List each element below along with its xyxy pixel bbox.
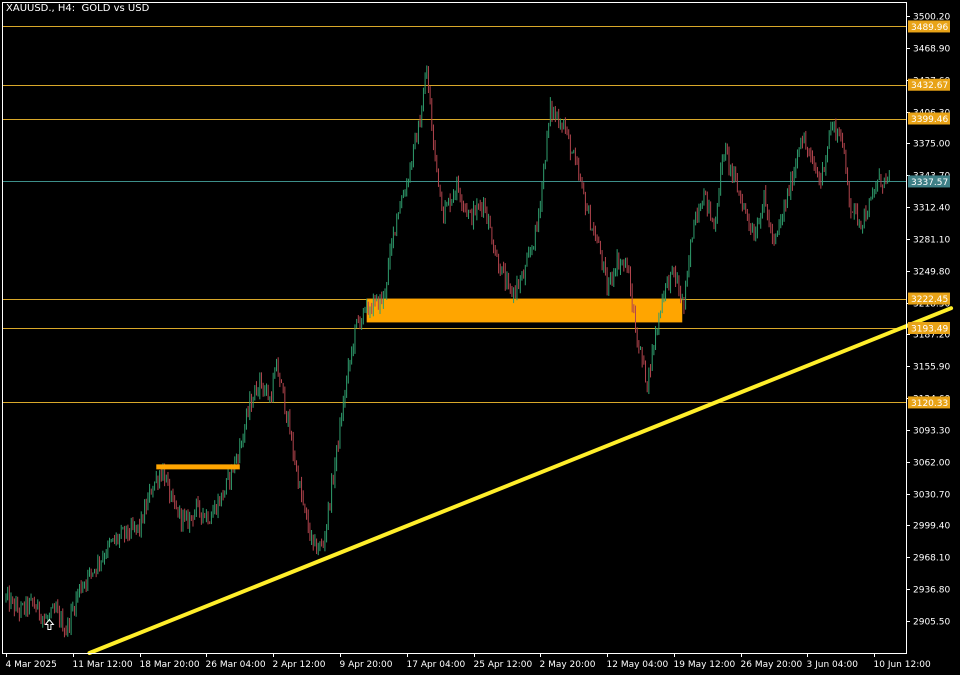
x-tick-label: 26 May 20:00 xyxy=(741,660,803,670)
y-tick-label: 3030.70 xyxy=(913,491,950,501)
y-tick-label: 3468.90 xyxy=(913,45,950,55)
price-level-label: 3432.67 xyxy=(911,81,948,91)
chart-title: XAUUSD., H4: GOLD vs USD xyxy=(6,3,150,14)
y-tick-label: 3249.80 xyxy=(913,268,950,278)
price-level-label: 3399.46 xyxy=(911,115,948,125)
x-tick-label: 26 Mar 04:00 xyxy=(206,660,266,670)
x-tick-label: 18 Mar 20:00 xyxy=(140,660,200,670)
x-tick-label: 12 May 04:00 xyxy=(607,660,669,670)
x-tick-label: 3 Jun 04:00 xyxy=(807,660,859,670)
x-tick-label: 11 Mar 12:00 xyxy=(73,660,133,670)
x-tick-label: 17 Apr 04:00 xyxy=(407,660,466,670)
y-tick-label: 2999.40 xyxy=(913,522,950,532)
y-tick-label: 3155.90 xyxy=(913,363,950,373)
current-price-label: 3337.57 xyxy=(911,178,948,188)
y-tick-label: 3281.10 xyxy=(913,236,950,246)
x-tick-label: 10 Jun 12:00 xyxy=(874,660,931,670)
x-tick-label: 2 May 20:00 xyxy=(540,660,596,670)
y-tick-label: 3093.30 xyxy=(913,427,950,437)
trendline xyxy=(87,306,954,655)
x-tick-label: 19 May 12:00 xyxy=(674,660,736,670)
supply-demand-zone xyxy=(366,298,683,323)
price-level-label: 3222.45 xyxy=(911,295,948,305)
y-tick-label: 2905.50 xyxy=(913,618,950,628)
x-tick-label: 4 Mar 2025 xyxy=(6,660,57,670)
x-tick-label: 9 Apr 20:00 xyxy=(340,660,393,670)
price-level-label: 3489.96 xyxy=(911,23,948,33)
y-tick-label: 3312.40 xyxy=(913,204,950,214)
y-tick-label: 3062.00 xyxy=(913,459,950,469)
x-tick-label: 25 Apr 12:00 xyxy=(474,660,533,670)
price-level-label: 3193.49 xyxy=(911,325,948,335)
price-level-label: 3120.33 xyxy=(911,399,948,409)
price-chart[interactable]: 3500.203468.903437.603406.303375.003343.… xyxy=(0,0,960,675)
y-tick-label: 3375.00 xyxy=(913,140,950,150)
chart-window[interactable]: 3500.203468.903437.603406.303375.003343.… xyxy=(0,0,960,675)
x-tick-label: 2 Apr 12:00 xyxy=(273,660,326,670)
y-tick-label: 2936.80 xyxy=(913,586,950,596)
y-tick-label: 2968.10 xyxy=(913,554,950,564)
